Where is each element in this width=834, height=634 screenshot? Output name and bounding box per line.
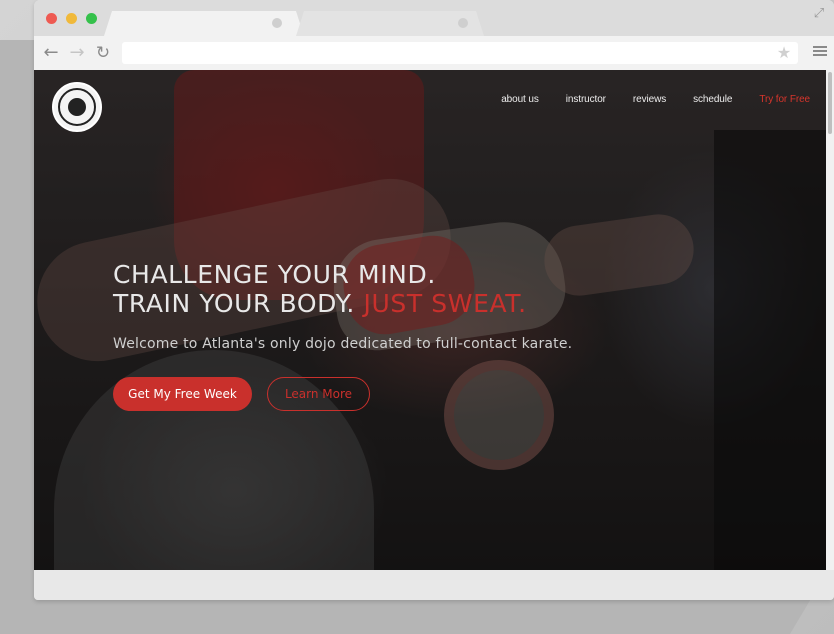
tab-new[interactable] (296, 11, 484, 36)
reload-icon[interactable]: ↻ (92, 42, 114, 64)
page-viewport: about us instructor reviews schedule Try… (34, 70, 834, 570)
close-window-button[interactable] (46, 13, 57, 24)
zoom-window-button[interactable] (86, 13, 97, 24)
nav-instructor[interactable]: instructor (566, 94, 606, 105)
nav-schedule[interactable]: schedule (693, 94, 732, 105)
hamburger-menu-icon[interactable] (812, 44, 828, 60)
headline-accent: JUST SWEAT. (363, 289, 527, 318)
get-free-week-button[interactable]: Get My Free Week (113, 377, 252, 411)
hero-overlay (34, 70, 826, 570)
logo-seal-ring (58, 88, 96, 126)
nav-try-for-free[interactable]: Try for Free (759, 94, 810, 105)
arrow-left-icon[interactable]: ← (40, 42, 62, 64)
browser-window: ⤢ ← → ↻ ★ about us instructor reviews sc… (34, 0, 834, 600)
tab-close-icon[interactable] (458, 18, 468, 28)
page-scrollbar[interactable] (826, 70, 834, 570)
headline-line-1: CHALLENGE YOUR MIND. (113, 260, 436, 289)
browser-toolbar: ← → ↻ ★ (34, 36, 834, 70)
hero-headline: CHALLENGE YOUR MIND. TRAIN YOUR BODY. JU… (113, 260, 527, 318)
nav-reviews[interactable]: reviews (633, 94, 666, 105)
scrollbar-thumb[interactable] (828, 72, 832, 134)
main-nav: about us instructor reviews schedule Try… (474, 94, 810, 105)
tab-close-icon[interactable] (272, 18, 282, 28)
arrow-right-icon[interactable]: → (66, 42, 88, 64)
tab-active[interactable] (104, 11, 304, 36)
star-icon[interactable]: ★ (774, 42, 794, 64)
address-bar[interactable] (122, 42, 798, 64)
logo-emblem-icon (68, 98, 86, 116)
tab-bar: ⤢ (34, 0, 834, 36)
expand-icon[interactable]: ⤢ (812, 6, 826, 20)
learn-more-button[interactable]: Learn More (267, 377, 370, 411)
nav-about-us[interactable]: about us (501, 94, 539, 105)
headline-line-2: TRAIN YOUR BODY. (113, 289, 355, 318)
site-logo[interactable] (52, 82, 102, 132)
window-bottom-strip (34, 570, 834, 600)
minimize-window-button[interactable] (66, 13, 77, 24)
hero-subtitle: Welcome to Atlanta's only dojo dedicated… (113, 336, 573, 352)
